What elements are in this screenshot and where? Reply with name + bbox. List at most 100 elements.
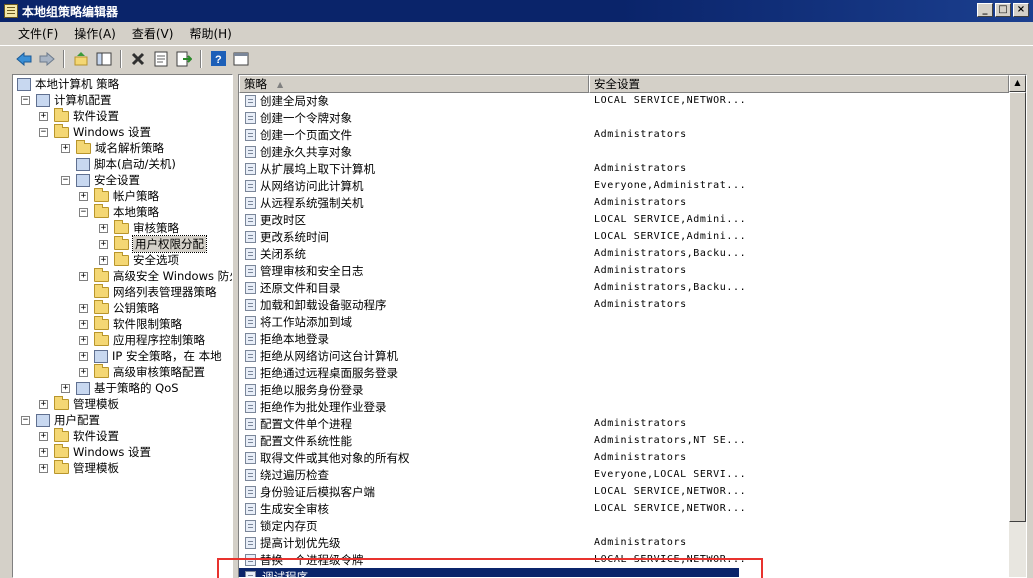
expand-icon[interactable]: + bbox=[61, 143, 70, 153]
view-icon[interactable] bbox=[231, 49, 251, 69]
up-icon[interactable] bbox=[71, 49, 91, 69]
expand-icon[interactable]: + bbox=[79, 191, 88, 201]
expand-icon[interactable]: + bbox=[79, 303, 88, 313]
policy-icon bbox=[245, 400, 256, 413]
tree-item[interactable]: + 软件设置 bbox=[39, 427, 119, 444]
policy-row[interactable]: 更改系统时间 LOCAL SERVICE,Admini... bbox=[239, 228, 1007, 245]
policy-row[interactable]: 锁定内存页 bbox=[239, 517, 1007, 534]
policy-row[interactable]: 拒绝从网络访问这台计算机 bbox=[239, 347, 1007, 364]
tree-item[interactable]: + 基于策略的 QoS bbox=[61, 380, 179, 396]
policy-row[interactable]: 拒绝以服务身份登录 bbox=[239, 381, 1007, 398]
expand-icon[interactable]: + bbox=[39, 431, 48, 441]
collapse-icon[interactable]: − bbox=[39, 127, 48, 137]
tree-item[interactable]: 脚本(启动/关机) bbox=[61, 156, 176, 172]
tree-item[interactable]: − 计算机配置 bbox=[21, 92, 112, 108]
policy-row[interactable]: 关闭系统 Administrators,Backu... bbox=[239, 245, 1007, 262]
tree-item[interactable]: + 高级审核策略配置 bbox=[79, 363, 205, 380]
policy-row[interactable]: 从网络访问此计算机 Everyone,Administrat... bbox=[239, 177, 1007, 194]
back-icon[interactable] bbox=[14, 49, 34, 69]
tree-item[interactable]: + 高级安全 Windows 防火 bbox=[79, 267, 232, 284]
policy-setting: Everyone,LOCAL SERVI... bbox=[594, 469, 747, 480]
tree-item[interactable]: − 安全设置 bbox=[61, 172, 140, 188]
tree-item[interactable]: + 应用程序控制策略 bbox=[79, 331, 205, 348]
collapse-icon[interactable]: − bbox=[79, 207, 88, 217]
expand-icon[interactable]: + bbox=[99, 255, 108, 265]
policy-row[interactable]: 拒绝作为批处理作业登录 bbox=[239, 398, 1007, 415]
policy-row[interactable]: 配置文件系统性能 Administrators,NT SE... bbox=[239, 432, 1007, 449]
tree-item[interactable]: + 审核策略 bbox=[99, 219, 179, 236]
policy-row[interactable]: 创建一个页面文件 Administrators bbox=[239, 126, 1007, 143]
tree-item[interactable]: + 管理模板 bbox=[39, 459, 119, 476]
policy-row[interactable]: 拒绝通过远程桌面服务登录 bbox=[239, 364, 1007, 381]
forward-icon[interactable] bbox=[37, 49, 57, 69]
minimize-button[interactable]: _ bbox=[977, 3, 993, 17]
expand-icon[interactable]: + bbox=[39, 463, 48, 473]
policy-row[interactable]: 加载和卸载设备驱动程序 Administrators bbox=[239, 296, 1007, 313]
collapse-icon[interactable]: − bbox=[21, 415, 30, 425]
menu-help[interactable]: 帮助(H) bbox=[181, 23, 239, 44]
tree-item[interactable]: − 用户配置 bbox=[21, 412, 100, 428]
tree-item[interactable]: + 管理模板 bbox=[39, 395, 119, 412]
menu-action[interactable]: 操作(A) bbox=[66, 23, 124, 44]
tree-item[interactable]: + 安全选项 bbox=[99, 251, 179, 268]
expand-icon[interactable]: + bbox=[61, 383, 70, 393]
policy-row[interactable]: 创建全局对象 LOCAL SERVICE,NETWOR... bbox=[239, 92, 1007, 109]
policy-row[interactable]: 从扩展坞上取下计算机 Administrators bbox=[239, 160, 1007, 177]
collapse-icon[interactable]: − bbox=[21, 95, 30, 105]
tree-item[interactable]: + 域名解析策略 bbox=[61, 139, 164, 156]
policy-row[interactable]: 从远程系统强制关机 Administrators bbox=[239, 194, 1007, 211]
menu-view[interactable]: 查看(V) bbox=[124, 23, 182, 44]
expand-icon[interactable]: + bbox=[99, 223, 108, 233]
help-icon[interactable]: ? bbox=[208, 49, 228, 69]
tree-item[interactable]: 网络列表管理器策略 bbox=[79, 283, 217, 300]
expand-icon[interactable]: + bbox=[39, 111, 48, 121]
policy-row[interactable]: 创建一个令牌对象 bbox=[239, 109, 1007, 126]
policy-row[interactable]: 配置文件单个进程 Administrators bbox=[239, 415, 1007, 432]
expand-icon[interactable]: + bbox=[99, 239, 108, 249]
tree-item[interactable]: + IP 安全策略，在 本地 bbox=[79, 348, 222, 364]
expand-icon[interactable]: + bbox=[79, 367, 88, 377]
show-hide-tree-icon[interactable] bbox=[94, 49, 114, 69]
policy-row[interactable]: 还原文件和目录 Administrators,Backu... bbox=[239, 279, 1007, 296]
tree-item[interactable]: + 软件设置 bbox=[39, 107, 119, 124]
expand-icon[interactable]: + bbox=[79, 271, 88, 281]
policy-row[interactable]: 生成安全审核 LOCAL SERVICE,NETWOR... bbox=[239, 500, 1007, 517]
tree-item[interactable]: + 软件限制策略 bbox=[79, 315, 182, 332]
properties-icon[interactable] bbox=[151, 49, 171, 69]
policy-row[interactable]: 身份验证后模拟客户端 LOCAL SERVICE,NETWOR... bbox=[239, 483, 1007, 500]
expand-icon[interactable]: + bbox=[39, 399, 48, 409]
scroll-thumb[interactable] bbox=[1009, 92, 1026, 522]
policy-row[interactable]: 绕过遍历检查 Everyone,LOCAL SERVI... bbox=[239, 466, 1007, 483]
column-header-security-setting[interactable]: 安全设置 bbox=[589, 75, 1009, 93]
column-header-policy[interactable]: 策略 ▲ bbox=[239, 75, 589, 93]
close-button[interactable]: × bbox=[1013, 3, 1029, 17]
tree-item[interactable]: + 公钥策略 bbox=[79, 299, 159, 316]
expand-icon[interactable]: + bbox=[39, 447, 48, 457]
scroll-up-button[interactable]: ▲ bbox=[1009, 75, 1026, 92]
policy-row[interactable]: 创建永久共享对象 bbox=[239, 143, 1007, 160]
tree-item[interactable]: + 用户权限分配 bbox=[99, 235, 207, 253]
policy-row[interactable]: 提高计划优先级 Administrators bbox=[239, 534, 1007, 551]
policy-list-pane[interactable]: 策略 ▲ 安全设置 创建全局对象 LOCAL SERVICE,NETWOR... 创… bbox=[238, 74, 1027, 578]
tree-item[interactable]: − 本地策略 bbox=[79, 203, 159, 220]
expand-icon[interactable]: + bbox=[79, 335, 88, 345]
policy-row[interactable]: 取得文件或其他对象的所有权 Administrators bbox=[239, 449, 1007, 466]
gpedit-app-icon bbox=[4, 4, 18, 18]
expand-icon[interactable]: + bbox=[79, 351, 88, 361]
vertical-scrollbar[interactable]: ▲ bbox=[1009, 75, 1026, 577]
console-tree[interactable]: 本地计算机 策略 − 计算机配置 + 软件设置 − Windows 设置 + 域名解析策略 脚本(… bbox=[12, 74, 233, 578]
export-icon[interactable] bbox=[174, 49, 194, 69]
policy-row[interactable]: 拒绝本地登录 bbox=[239, 330, 1007, 347]
tree-item[interactable]: 本地计算机 策略 bbox=[17, 76, 119, 92]
tree-item[interactable]: + 帐户策略 bbox=[79, 187, 159, 204]
policy-row[interactable]: 将工作站添加到域 bbox=[239, 313, 1007, 330]
collapse-icon[interactable]: − bbox=[61, 175, 70, 185]
tree-item[interactable]: − Windows 设置 bbox=[39, 123, 151, 140]
delete-icon[interactable] bbox=[128, 49, 148, 69]
expand-icon[interactable]: + bbox=[79, 319, 88, 329]
policy-row[interactable]: 管理审核和安全日志 Administrators bbox=[239, 262, 1007, 279]
policy-row[interactable]: 更改时区 LOCAL SERVICE,Admini... bbox=[239, 211, 1007, 228]
tree-item[interactable]: + Windows 设置 bbox=[39, 443, 151, 460]
maximize-button[interactable]: □ bbox=[995, 3, 1011, 17]
menu-file[interactable]: 文件(F) bbox=[10, 23, 66, 44]
